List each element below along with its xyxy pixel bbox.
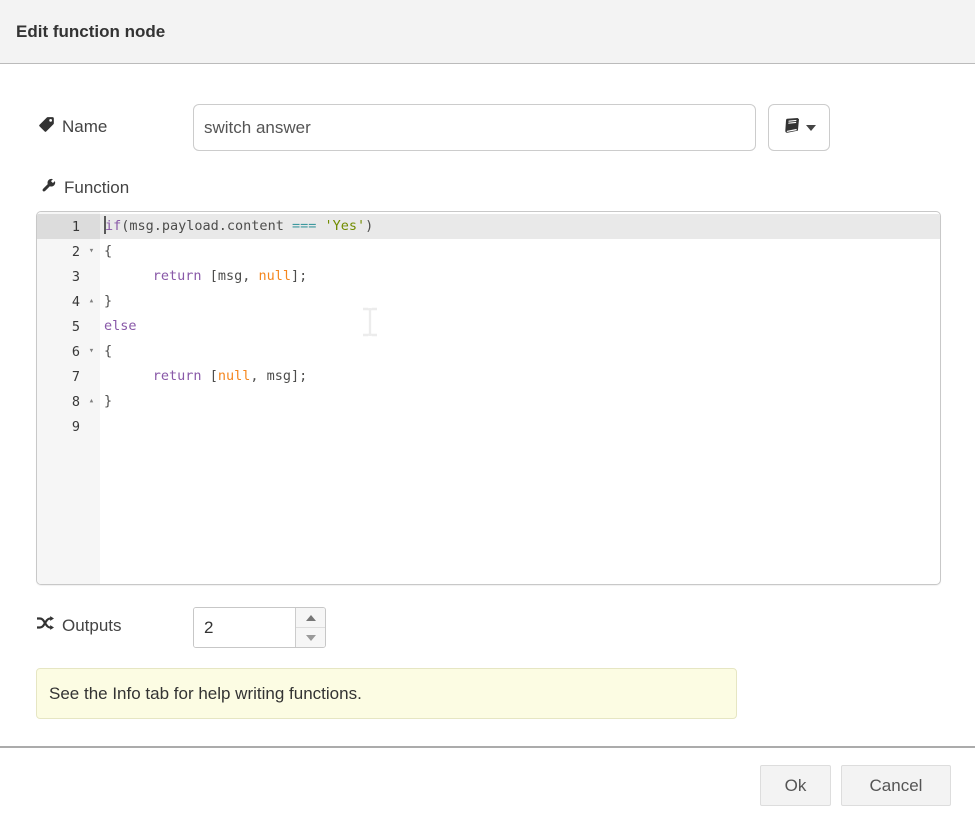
line-number: 1 (37, 219, 83, 235)
name-label-text: Name (62, 117, 107, 137)
fold-close-icon[interactable]: ▴ (83, 289, 100, 314)
editor-gutter: 12▾34▴56▾78▴9 (37, 212, 100, 584)
spinner-up-button[interactable] (296, 608, 325, 628)
cancel-button[interactable]: Cancel (841, 765, 951, 806)
code-token-plain: { (104, 243, 112, 259)
function-label: Function (40, 177, 129, 199)
spinner-buttons (295, 608, 325, 647)
outputs-input[interactable] (194, 608, 295, 647)
info-message-text: See the Info tab for help writing functi… (49, 684, 362, 704)
code-token-string: 'Yes' (324, 218, 365, 234)
line-number: 2 (37, 244, 83, 260)
code-line[interactable]: return [msg, null]; (100, 264, 940, 289)
dialog-header: Edit function node (0, 0, 975, 64)
code-token-keyword: return (153, 368, 202, 384)
outputs-spinner (193, 607, 326, 648)
arrow-up-icon (306, 615, 316, 621)
info-message-box: See the Info tab for help writing functi… (36, 668, 737, 719)
code-line[interactable] (100, 414, 940, 439)
function-label-text: Function (64, 178, 129, 198)
footer-divider (0, 746, 975, 748)
dialog-title: Edit function node (16, 22, 165, 42)
shuffle-icon (36, 615, 55, 636)
code-token-plain: [msg, (202, 268, 259, 284)
arrow-down-icon (306, 635, 316, 641)
code-token-plain: ) (365, 218, 373, 234)
code-line[interactable]: else (100, 314, 940, 339)
fold-close-icon[interactable]: ▴ (83, 389, 100, 414)
library-button[interactable] (768, 104, 830, 151)
gutter-line: 4▴ (37, 289, 100, 314)
outputs-label-text: Outputs (62, 616, 122, 636)
code-token-keyword: if (105, 218, 121, 234)
code-token-plain: [ (202, 368, 218, 384)
code-token-plain: (msg.payload.content (121, 218, 292, 234)
gutter-line: 9 (37, 414, 100, 439)
editor-code-area[interactable]: if(msg.payload.content === 'Yes') { retur… (100, 212, 940, 584)
gutter-line: 1 (37, 214, 100, 239)
spinner-down-button[interactable] (296, 628, 325, 647)
line-number: 3 (37, 269, 83, 285)
code-line[interactable]: } (100, 289, 940, 314)
name-input[interactable] (193, 104, 756, 151)
code-line[interactable]: { (100, 339, 940, 364)
fold-open-icon[interactable]: ▾ (83, 239, 100, 264)
code-token-constant: null (258, 268, 291, 284)
code-token-operator: === (292, 218, 316, 234)
code-token-plain: { (104, 343, 112, 359)
caret-down-icon (806, 125, 816, 131)
gutter-line: 3 (37, 264, 100, 289)
code-token-plain: } (104, 293, 112, 309)
code-token-keyword: return (153, 268, 202, 284)
book-icon (783, 118, 800, 137)
gutter-line: 2▾ (37, 239, 100, 264)
gutter-line: 5 (37, 314, 100, 339)
code-line[interactable]: if(msg.payload.content === 'Yes') (100, 214, 940, 239)
name-label: Name (38, 116, 107, 138)
gutter-line: 8▴ (37, 389, 100, 414)
code-line[interactable]: return [null, msg]; (100, 364, 940, 389)
gutter-line: 6▾ (37, 339, 100, 364)
code-token-plain (104, 268, 153, 284)
code-token-plain (104, 368, 153, 384)
line-number: 8 (37, 394, 83, 410)
code-token-plain: ]; (291, 268, 307, 284)
function-code-editor[interactable]: 12▾34▴56▾78▴9 if(msg.payload.content ===… (36, 211, 941, 585)
gutter-line: 7 (37, 364, 100, 389)
line-number: 7 (37, 369, 83, 385)
code-token-plain: } (104, 393, 112, 409)
line-number: 9 (37, 419, 83, 435)
wrench-icon (40, 177, 57, 199)
tag-icon (38, 116, 55, 138)
code-line[interactable]: } (100, 389, 940, 414)
fold-open-icon[interactable]: ▾ (83, 339, 100, 364)
code-token-plain: , msg]; (250, 368, 307, 384)
outputs-label: Outputs (36, 615, 122, 636)
code-token-constant: null (218, 368, 251, 384)
ok-button[interactable]: Ok (760, 765, 831, 806)
line-number: 6 (37, 344, 83, 360)
line-number: 5 (37, 319, 83, 335)
code-token-keyword: else (104, 318, 137, 334)
line-number: 4 (37, 294, 83, 310)
code-line[interactable]: { (100, 239, 940, 264)
